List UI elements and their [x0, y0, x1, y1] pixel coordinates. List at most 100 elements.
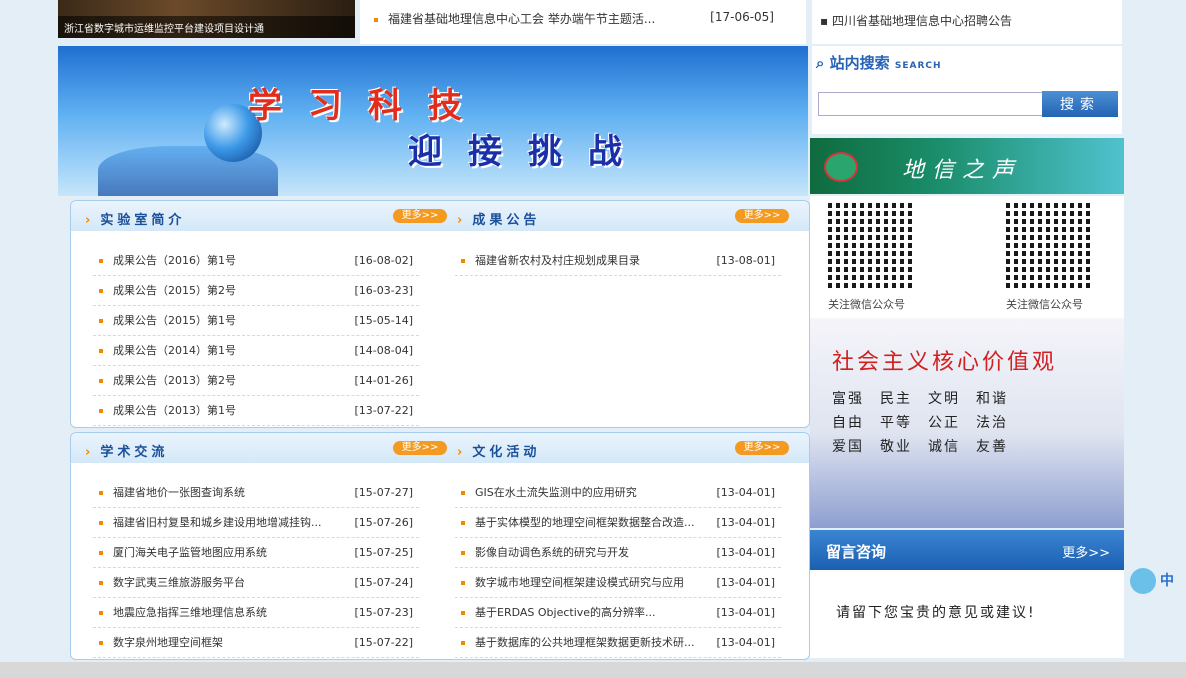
- values-heading: 社会主义核心价值观: [832, 350, 1058, 375]
- news-date: [17-06-05]: [710, 10, 774, 24]
- banner-line2: 迎接挑战: [408, 132, 648, 172]
- panel-header: › 实验室简介 更多>> › 成果公告 更多>>: [71, 201, 809, 231]
- culture-list: GIS在水土流失监测中的应用研究 [13-04-01] 基于实体模型的地理空间框架…: [455, 478, 781, 658]
- item-title[interactable]: 数字泉州地理空间框架: [113, 636, 223, 649]
- message-tip: 请留下您宝贵的意见或建议!: [836, 605, 1036, 621]
- item-title[interactable]: 基于ERDAS Objective的高分辨率...: [475, 606, 656, 619]
- top-right-notice: ▪ 四川省基础地理信息中心招聘公告: [812, 0, 1122, 44]
- bullet-icon: [99, 581, 103, 585]
- item-date: [13-04-01]: [716, 576, 775, 589]
- academic-more-button[interactable]: 更多>>: [393, 441, 447, 455]
- academic-list: 福建省地价一张图查询系统 [15-07-27] 福建省旧村复垦和城乡建设用地增减挂…: [93, 478, 419, 658]
- item-date: [13-04-01]: [716, 516, 775, 529]
- core-values-banner[interactable]: 社会主义核心价值观 富强 民主 文明 和谐 自由 平等 公正 法治 爱国 敬业 …: [810, 318, 1124, 528]
- item-title[interactable]: 影像自动调色系统的研究与开发: [475, 546, 629, 559]
- item-title[interactable]: 地震应急指挥三维地理信息系统: [113, 606, 267, 619]
- list-item[interactable]: 基于实体模型的地理空间框架数据整合改造... [13-04-01]: [455, 508, 781, 538]
- item-title[interactable]: 福建省地价一张图查询系统: [113, 486, 245, 499]
- slideshow-caption[interactable]: 浙江省数字城市运维监控平台建设项目设计通: [64, 20, 264, 35]
- item-date: [13-04-01]: [716, 546, 775, 559]
- values-line-1: 富强 民主 文明 和谐: [832, 391, 1008, 407]
- bullet-icon: [99, 379, 103, 383]
- qr-right-label: 关注微信公众号: [1006, 298, 1083, 311]
- voice-banner[interactable]: 地信之声: [810, 138, 1124, 194]
- item-date: [14-08-04]: [354, 344, 413, 357]
- scgc-logo-icon: [824, 152, 858, 182]
- culture-more-button[interactable]: 更多>>: [735, 441, 789, 455]
- values-line-3: 爱国 敬业 诚信 友善: [832, 439, 1008, 455]
- ime-indicator[interactable]: 中: [1130, 568, 1186, 594]
- item-title[interactable]: 数字城市地理空间框架建设模式研究与应用: [475, 576, 684, 589]
- list-item[interactable]: 成果公告（2013）第1号 [13-07-22]: [93, 396, 419, 426]
- list-item[interactable]: 成果公告（2015）第1号 [15-05-14]: [93, 306, 419, 336]
- notice-text[interactable]: 四川省基础地理信息中心招聘公告: [832, 14, 1012, 28]
- news-title[interactable]: 福建省基础地理信息中心工会 举办端午节主题活...: [388, 12, 655, 26]
- news-item[interactable]: 福建省基础地理信息中心工会 举办端午节主题活... [17-06-05]: [374, 10, 774, 27]
- item-date: [13-07-22]: [354, 404, 413, 417]
- lab-list: 成果公告（2016）第1号 [16-08-02] 成果公告（2015）第2号 [16…: [93, 246, 419, 426]
- list-item[interactable]: GIS在水土流失监测中的应用研究 [13-04-01]: [455, 478, 781, 508]
- results-list: 福建省新农村及村庄规划成果目录 [13-08-01]: [455, 246, 781, 276]
- results-title: › 成果公告: [457, 209, 540, 228]
- item-date: [14-01-26]: [354, 374, 413, 387]
- item-date: [15-07-26]: [354, 516, 413, 529]
- item-title[interactable]: GIS在水土流失监测中的应用研究: [475, 486, 637, 499]
- list-item[interactable]: 数字武夷三维旅游服务平台 [15-07-24]: [93, 568, 419, 598]
- qr-code-section: 关注微信公众号 关注微信公众号: [810, 196, 1124, 318]
- lab-more-button[interactable]: 更多>>: [393, 209, 447, 223]
- item-title[interactable]: 成果公告（2014）第1号: [113, 344, 236, 357]
- bullet-icon: [461, 259, 465, 263]
- item-date: [13-04-01]: [716, 486, 775, 499]
- item-date: [16-08-02]: [354, 254, 413, 267]
- list-item[interactable]: 成果公告（2015）第2号 [16-03-23]: [93, 276, 419, 306]
- item-title[interactable]: 成果公告（2015）第2号: [113, 284, 236, 297]
- ime-mode-label[interactable]: 中: [1160, 570, 1174, 590]
- voice-banner-text: 地信之声: [902, 158, 1023, 183]
- list-item[interactable]: 成果公告（2016）第1号 [16-08-02]: [93, 246, 419, 276]
- ime-mascot-icon: [1130, 568, 1156, 594]
- bullet-icon: [461, 521, 465, 525]
- bullet-icon: [461, 581, 465, 585]
- search-title: ⌕ 站内搜索 SEARCH: [816, 52, 942, 73]
- list-item[interactable]: 成果公告（2013）第2号 [14-01-26]: [93, 366, 419, 396]
- item-title[interactable]: 成果公告（2015）第1号: [113, 314, 236, 327]
- results-more-button[interactable]: 更多>>: [735, 209, 789, 223]
- arrow-icon: ›: [85, 213, 95, 228]
- item-date: [13-04-01]: [716, 636, 775, 649]
- list-item[interactable]: 数字泉州地理空间框架 [15-07-22]: [93, 628, 419, 658]
- item-title[interactable]: 成果公告（2013）第1号: [113, 404, 236, 417]
- list-item[interactable]: 地震应急指挥三维地理信息系统 [15-07-23]: [93, 598, 419, 628]
- list-item[interactable]: 福建省旧村复垦和城乡建设用地增减挂钩... [15-07-26]: [93, 508, 419, 538]
- bullet-icon: [99, 259, 103, 263]
- qr-code-right-icon: [1006, 202, 1092, 288]
- bullet-icon: [99, 641, 103, 645]
- item-date: [15-05-14]: [354, 314, 413, 327]
- item-title[interactable]: 成果公告（2013）第2号: [113, 374, 236, 387]
- bullet-icon: [461, 491, 465, 495]
- list-item[interactable]: 厦门海关电子监管地图应用系统 [15-07-25]: [93, 538, 419, 568]
- list-item[interactable]: 福建省地价一张图查询系统 [15-07-27]: [93, 478, 419, 508]
- item-title[interactable]: 厦门海关电子监管地图应用系统: [113, 546, 267, 559]
- item-date: [15-07-22]: [354, 636, 413, 649]
- search-input[interactable]: [818, 92, 1046, 116]
- list-item[interactable]: 福建省新农村及村庄规划成果目录 [13-08-01]: [455, 246, 781, 276]
- hero-banner: 学习科技 迎接挑战: [58, 46, 808, 196]
- notice-link[interactable]: ▪ 四川省基础地理信息中心招聘公告: [820, 12, 1012, 29]
- bullet-icon: [99, 611, 103, 615]
- arrow-icon: ›: [457, 213, 467, 228]
- item-title[interactable]: 数字武夷三维旅游服务平台: [113, 576, 245, 589]
- list-item[interactable]: 影像自动调色系统的研究与开发 [13-04-01]: [455, 538, 781, 568]
- item-title[interactable]: 成果公告（2016）第1号: [113, 254, 236, 267]
- list-item[interactable]: 成果公告（2014）第1号 [14-08-04]: [93, 336, 419, 366]
- item-title[interactable]: 福建省旧村复垦和城乡建设用地增减挂钩...: [113, 516, 322, 529]
- list-item[interactable]: 基于ERDAS Objective的高分辨率... [13-04-01]: [455, 598, 781, 628]
- item-title[interactable]: 福建省新农村及村庄规划成果目录: [475, 254, 640, 267]
- list-item[interactable]: 数字城市地理空间框架建设模式研究与应用 [13-04-01]: [455, 568, 781, 598]
- message-more-link[interactable]: 更多>>: [1062, 542, 1110, 561]
- list-item[interactable]: 基于数据库的公共地理框架数据更新技术研... [13-04-01]: [455, 628, 781, 658]
- item-title[interactable]: 基于数据库的公共地理框架数据更新技术研...: [475, 636, 695, 649]
- panel-lab-results: › 实验室简介 更多>> › 成果公告 更多>> 成果公告（2016）第1号 [16-…: [70, 200, 810, 428]
- top-slideshow[interactable]: 浙江省数字城市运维监控平台建设项目设计通 1 2 3 4 5: [58, 0, 355, 38]
- item-title[interactable]: 基于实体模型的地理空间框架数据整合改造...: [475, 516, 695, 529]
- search-button[interactable]: 搜索: [1042, 91, 1118, 117]
